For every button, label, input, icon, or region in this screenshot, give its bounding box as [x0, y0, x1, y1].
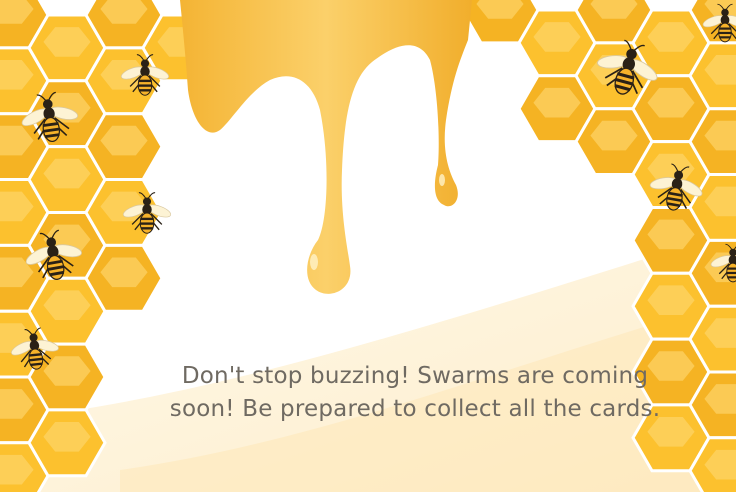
message-line: soon! Be prepared to collect all the car… [169, 396, 661, 422]
game-screen: Don't stop buzzing! Swarms are coming so… [0, 0, 736, 492]
message-line: Don't stop buzzing! Swarms are coming [181, 363, 649, 389]
honey-drop-highlight [439, 174, 445, 186]
honey-drop-highlight [310, 254, 318, 270]
swarm-announcement: Don't stop buzzing! Swarms are coming so… [150, 360, 680, 426]
